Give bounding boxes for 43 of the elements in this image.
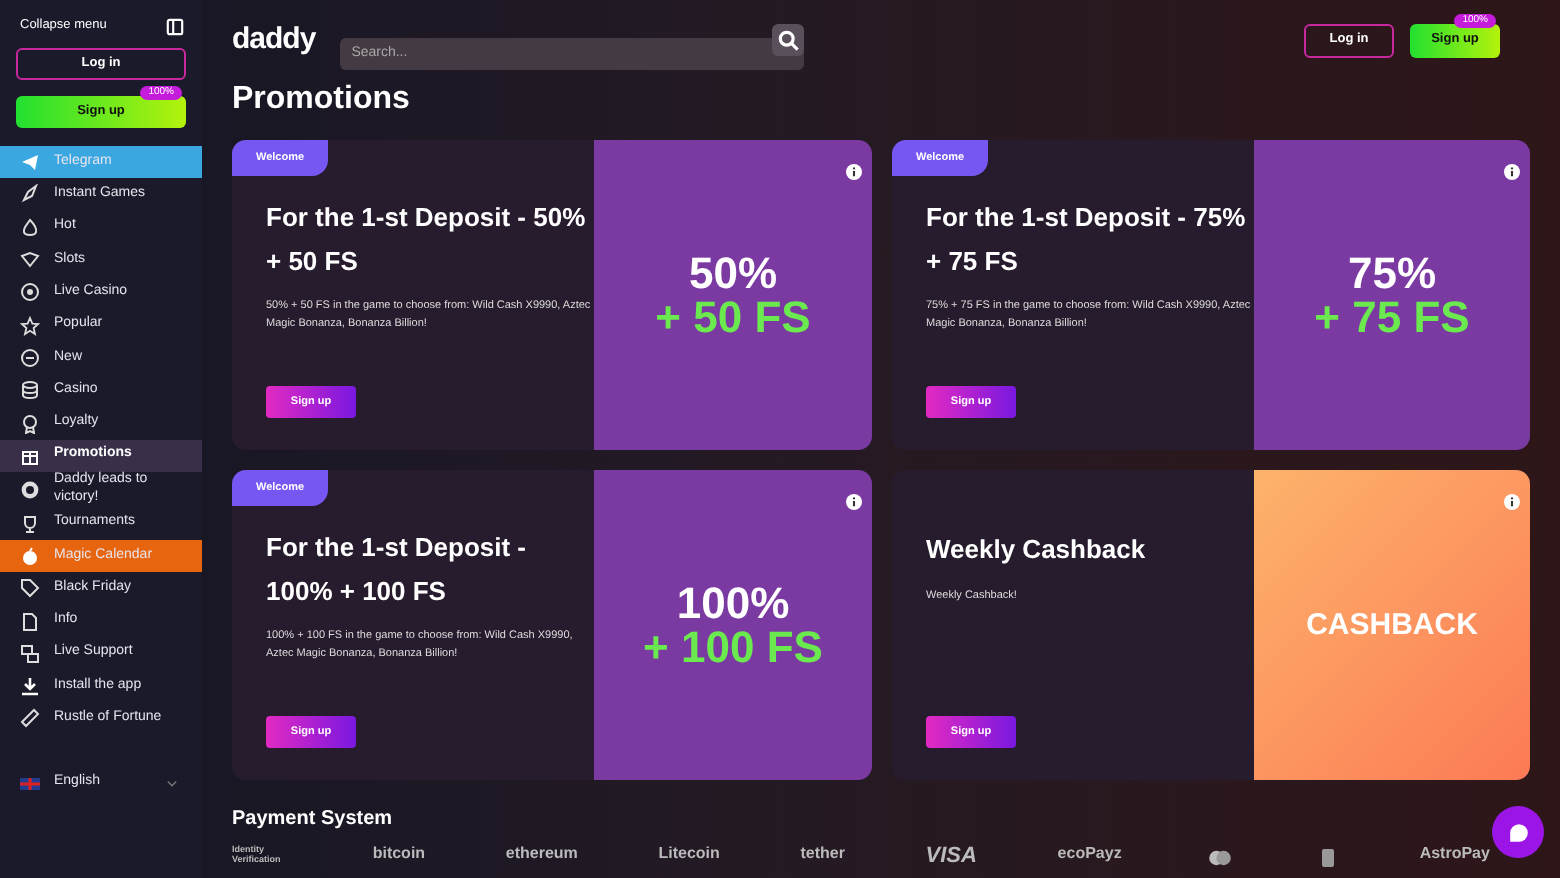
- info-icon[interactable]: [1504, 163, 1520, 180]
- live-icon: [20, 282, 40, 303]
- banner-text: + 75 FS: [1314, 295, 1470, 340]
- payment-logo: bitcoin: [372, 846, 426, 863]
- gem-icon: [20, 250, 40, 271]
- payment-logo: VISA: [925, 846, 977, 869]
- banner-text: CASHBACK: [1306, 610, 1478, 641]
- info-icon[interactable]: [846, 493, 862, 510]
- banner-text: 100%: [676, 581, 790, 626]
- promo-title: For the 1-st Deposit - 50% + 50 FS: [266, 200, 588, 280]
- telegram-icon: [20, 152, 40, 173]
- banner-text: 50%: [688, 251, 778, 296]
- page-title: Promotions: [232, 80, 412, 119]
- medal-icon: [20, 413, 40, 434]
- payment-logo: AstroPay: [1419, 846, 1490, 863]
- banner-text: + 100 FS: [643, 625, 823, 670]
- promo-title: For the 1-st Deposit - 75% + 75 FS: [926, 200, 1248, 280]
- banner-text: 75%: [1347, 251, 1437, 296]
- collapse-icon[interactable]: [166, 17, 184, 35]
- payment-logo: Litecoin: [658, 846, 720, 863]
- trophy-icon: [20, 513, 40, 534]
- promo-title: For the 1-st Deposit - 100% + 100 FS: [266, 530, 529, 610]
- promo-title: Weekly Cashback: [926, 532, 1148, 569]
- payment-logo: tether: [800, 846, 845, 863]
- section-title: Payment System: [232, 808, 393, 833]
- star-icon: [20, 315, 40, 336]
- search-icon[interactable]: [771, 24, 804, 56]
- payment-logo: ecoPayz: [1057, 846, 1122, 863]
- banner-text: + 50 FS: [655, 295, 811, 340]
- chat-icon: [1507, 821, 1529, 843]
- chat-icon: [20, 643, 40, 664]
- chat-button[interactable]: [1492, 806, 1544, 858]
- document-icon: [20, 611, 40, 631]
- info-icon[interactable]: [846, 163, 862, 180]
- download-icon: [20, 676, 40, 697]
- flag-icon: [20, 773, 40, 794]
- logo: daddy: [232, 19, 316, 60]
- card-icon: [1318, 846, 1339, 871]
- chevron-down-icon: [162, 776, 182, 791]
- tag-icon: [20, 578, 40, 599]
- coins-icon: [20, 380, 40, 401]
- info-icon[interactable]: [1504, 493, 1520, 510]
- payment-logo: ethereum: [505, 846, 578, 863]
